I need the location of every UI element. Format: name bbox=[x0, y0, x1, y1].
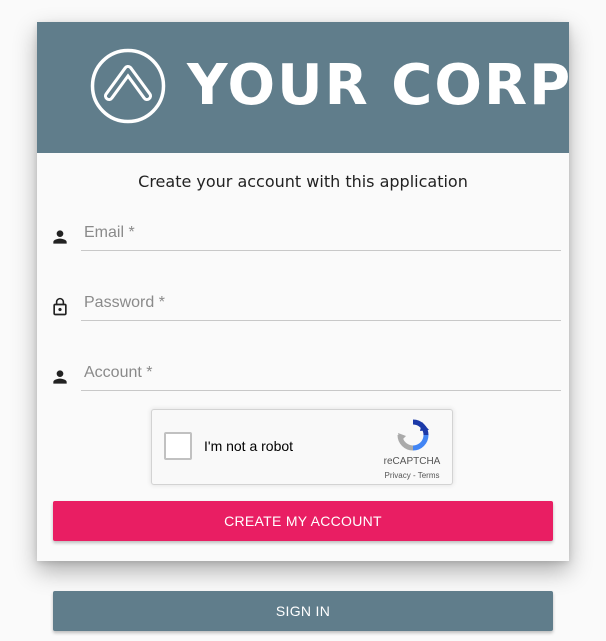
form-subtitle: Create your account with this applicatio… bbox=[138, 172, 468, 191]
recaptcha-brand: reCAPTCHA bbox=[383, 456, 441, 467]
person-icon bbox=[53, 370, 67, 384]
account-input[interactable] bbox=[81, 357, 561, 391]
email-field-row bbox=[47, 209, 562, 259]
create-account-button[interactable]: CREATE MY ACCOUNT bbox=[53, 501, 553, 541]
brand-header: YOUR CORP bbox=[37, 22, 573, 153]
recaptcha-logo-icon bbox=[397, 419, 429, 451]
recaptcha-links-separator: - bbox=[410, 471, 418, 480]
password-field-row bbox=[47, 279, 562, 329]
signup-card: YOUR CORP Create your account with this … bbox=[37, 22, 573, 561]
account-field-row bbox=[47, 349, 562, 399]
brand-name: YOUR CORP bbox=[187, 53, 573, 118]
password-input[interactable] bbox=[81, 287, 561, 321]
recaptcha-label: I'm not a robot bbox=[204, 438, 294, 454]
recaptcha-widget: I'm not a robot reCAPTCHA Privacy - Term… bbox=[151, 409, 453, 485]
lock-icon bbox=[53, 297, 67, 316]
recaptcha-terms-link[interactable]: Terms bbox=[418, 471, 440, 480]
person-icon bbox=[53, 230, 67, 244]
email-input[interactable] bbox=[81, 217, 561, 251]
logo-mark-icon bbox=[90, 48, 166, 124]
sign-in-button[interactable]: SIGN IN bbox=[53, 591, 553, 631]
recaptcha-links: Privacy - Terms bbox=[368, 471, 456, 480]
recaptcha-privacy-link[interactable]: Privacy bbox=[385, 471, 411, 480]
recaptcha-checkbox[interactable] bbox=[164, 432, 192, 460]
